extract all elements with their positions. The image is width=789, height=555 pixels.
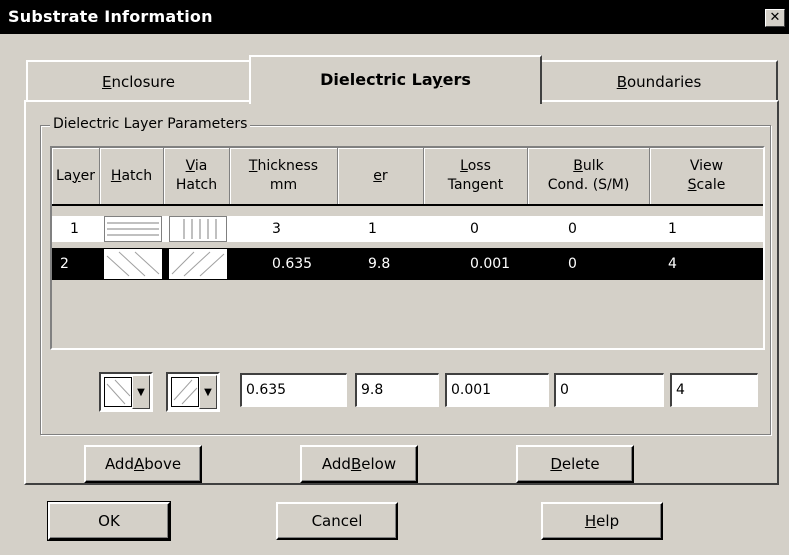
button-key: A [133,455,145,473]
hatch-swatch [104,216,162,242]
header-text: mm [269,177,298,193]
header-text: Hatch [175,177,218,193]
header-key: L [460,158,468,174]
header-bulk-cond[interactable]: Bulk Cond. (S/M) [528,148,650,204]
close-icon[interactable]: ✕ [765,9,785,27]
via-hatch-swatch [171,377,199,407]
delete-button[interactable]: Delete [516,445,634,483]
cancel-button[interactable]: Cancel [276,502,398,540]
diagonal-hatch-icon [173,379,198,405]
header-hatch[interactable]: Hatch [100,148,164,204]
header-loss-tangent[interactable]: Loss Tangent [424,148,528,204]
header-text: hickness [257,158,319,174]
via-hatch-swatch [169,249,227,279]
cell-bulk: 0 [568,221,577,237]
header-text: oss [467,158,491,174]
hatch-swatch [104,377,132,407]
header-er[interactable]: er [338,148,424,204]
button-key: H [584,512,597,530]
header-thickness[interactable]: Thickness mm [230,148,338,204]
bulk-cond-field[interactable]: 0 [554,373,664,407]
diagonal-hatch-icon [106,379,131,405]
via-hatch-dropdown[interactable]: ▼ [166,372,220,412]
diagonal-hatch-icon [106,251,160,277]
cell-layer: 1 [70,221,79,237]
cell-thickness: 0.635 [272,256,313,272]
cell-scale: 4 [668,256,677,272]
tab-enclosure[interactable]: Enclosure [26,60,251,102]
cell-layer: 2 [60,256,69,272]
cell-scale: 1 [668,221,677,237]
horizontal-hatch-icon [107,222,159,236]
header-text: ia [194,158,208,174]
button-label: elete [561,455,600,473]
header-text: cale [696,177,726,193]
tab-label-post: oundaries [627,73,702,91]
thickness-field[interactable]: 0.635 [240,373,347,407]
chevron-down-icon[interactable]: ▼ [199,375,217,409]
diagonal-hatch-icon [171,251,225,277]
via-hatch-swatch [169,216,227,242]
button-key: D [550,455,562,473]
button-label: Add [104,455,134,473]
button-label: bove [144,455,182,473]
tab-label-post: nclosure [111,73,175,91]
header-text: r [381,167,388,184]
tab-label-post: ers [442,70,471,89]
title-bar: Substrate Information ✕ [0,0,789,34]
header-text: Cond. (S/M) [547,177,630,193]
header-text: La [55,167,73,184]
header-text: View [689,158,724,174]
cell-thickness: 3 [272,221,281,237]
header-divider [52,204,763,206]
add-above-button[interactable]: Add Above [84,445,202,483]
loss-tangent-field[interactable]: 0.001 [445,373,549,407]
vertical-hatch-icon [183,219,217,239]
hatch-swatch [104,249,162,279]
header-key: H [110,167,122,184]
chevron-down-icon[interactable]: ▼ [132,375,150,409]
tab-dielectric-layers[interactable]: Dielectric Layers [249,55,542,104]
cell-er: 1 [368,221,377,237]
table-row[interactable]: 1 3 1 0 0 1 [52,216,763,242]
header-key: S [687,177,697,193]
button-label: Add [321,455,351,473]
cell-loss: 0.001 [470,256,511,272]
header-text: er [80,167,96,184]
header-key: y [72,167,81,184]
tab-boundaries[interactable]: Boundaries [540,60,778,102]
tab-label-key: B [616,73,627,91]
group-label: Dielectric Layer Parameters [50,116,251,132]
table-row-selected[interactable]: 2 0.635 9.8 0.001 0 4 [52,248,763,280]
tab-label-pre: Dielectric La [320,70,433,89]
cell-er: 9.8 [368,256,391,272]
header-key: B [573,158,583,174]
header-text: Tangent [447,177,504,193]
help-button[interactable]: Help [541,502,663,540]
cell-bulk: 0 [568,256,577,272]
tab-label-key: y [432,70,443,89]
header-text: atch [121,167,153,184]
header-view-scale[interactable]: View Scale [650,148,763,204]
button-label: elp [596,512,620,530]
ok-button[interactable]: OK [47,501,171,541]
window-title: Substrate Information [8,7,213,26]
header-text: ulk [582,158,604,174]
header-layer[interactable]: Layer [52,148,100,204]
add-below-button[interactable]: Add Below [300,445,418,483]
header-via-hatch[interactable]: Via Hatch [164,148,230,204]
header-key: V [185,158,195,174]
view-scale-field[interactable]: 4 [670,373,758,407]
hatch-dropdown[interactable]: ▼ [99,372,153,412]
button-key: B [350,455,362,473]
er-field[interactable]: 9.8 [355,373,439,407]
header-key: e [373,167,382,184]
button-label: elow [361,455,397,473]
cell-loss: 0 [470,221,479,237]
